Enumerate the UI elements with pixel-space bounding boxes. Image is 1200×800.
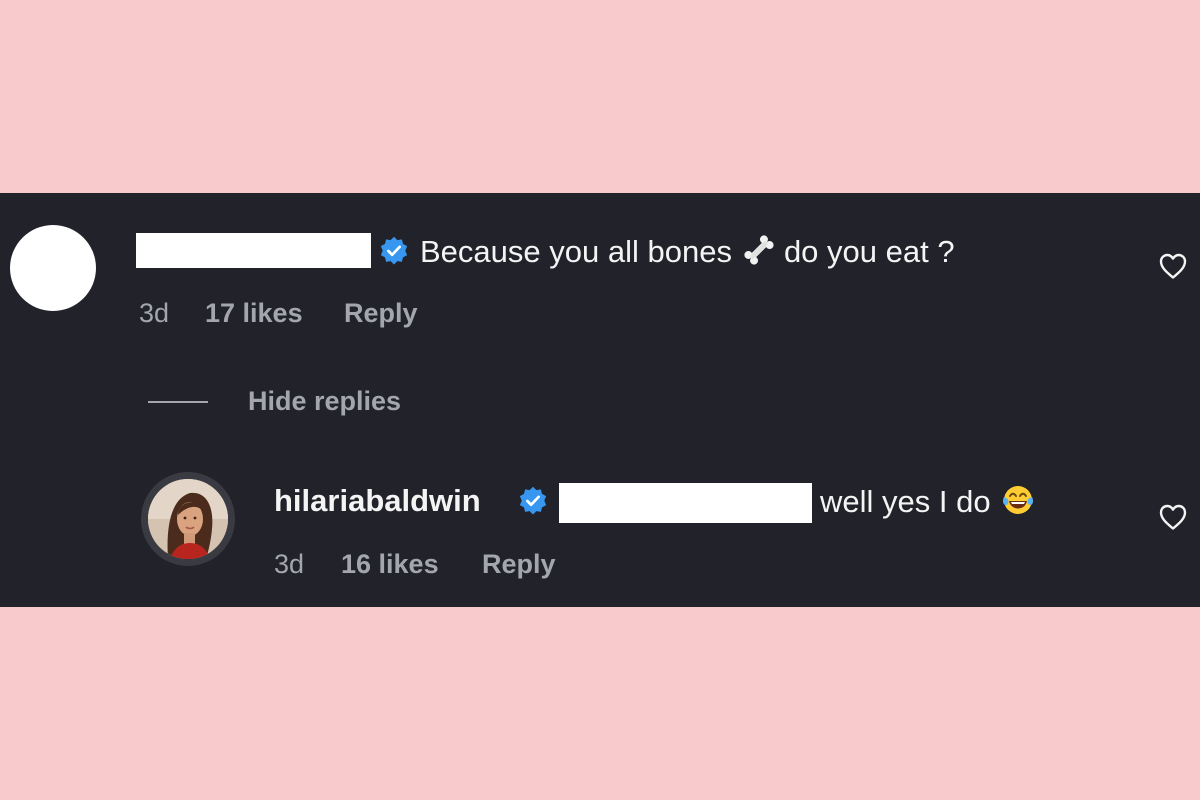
reply-likes[interactable]: 16 likes bbox=[341, 548, 439, 580]
comment-text-before: Because you all bones bbox=[420, 234, 732, 270]
verified-badge-icon bbox=[519, 486, 547, 515]
comment-text-after: do you eat ? bbox=[783, 234, 955, 270]
bone-emoji-icon bbox=[742, 233, 776, 275]
reply-username[interactable]: hilariabaldwin bbox=[274, 483, 481, 519]
tears-of-joy-emoji-icon bbox=[1001, 483, 1035, 525]
verified-badge-icon bbox=[380, 236, 408, 265]
redacted-mention bbox=[559, 483, 812, 523]
comments-panel: Because you all bones do you eat ? 3d 17… bbox=[0, 193, 1200, 607]
comment-reply-button[interactable]: Reply bbox=[344, 297, 418, 329]
redacted-username bbox=[136, 233, 371, 268]
hide-replies-button[interactable]: Hide replies bbox=[248, 385, 401, 417]
like-heart-icon[interactable] bbox=[1158, 503, 1188, 531]
comment-text: Because you all bones do you eat ? bbox=[420, 233, 955, 275]
comment-likes[interactable]: 17 likes bbox=[205, 297, 303, 329]
reply-time: 3d bbox=[274, 549, 305, 579]
replies-divider bbox=[148, 401, 208, 403]
comment-time: 3d bbox=[139, 298, 170, 328]
reply-avatar[interactable] bbox=[148, 479, 228, 559]
reply-text: well yes I do bbox=[820, 483, 1035, 525]
commenter-avatar[interactable] bbox=[10, 225, 96, 311]
reply-text-content: well yes I do bbox=[820, 484, 991, 520]
reply-reply-button[interactable]: Reply bbox=[482, 548, 556, 580]
like-heart-icon[interactable] bbox=[1158, 252, 1188, 280]
